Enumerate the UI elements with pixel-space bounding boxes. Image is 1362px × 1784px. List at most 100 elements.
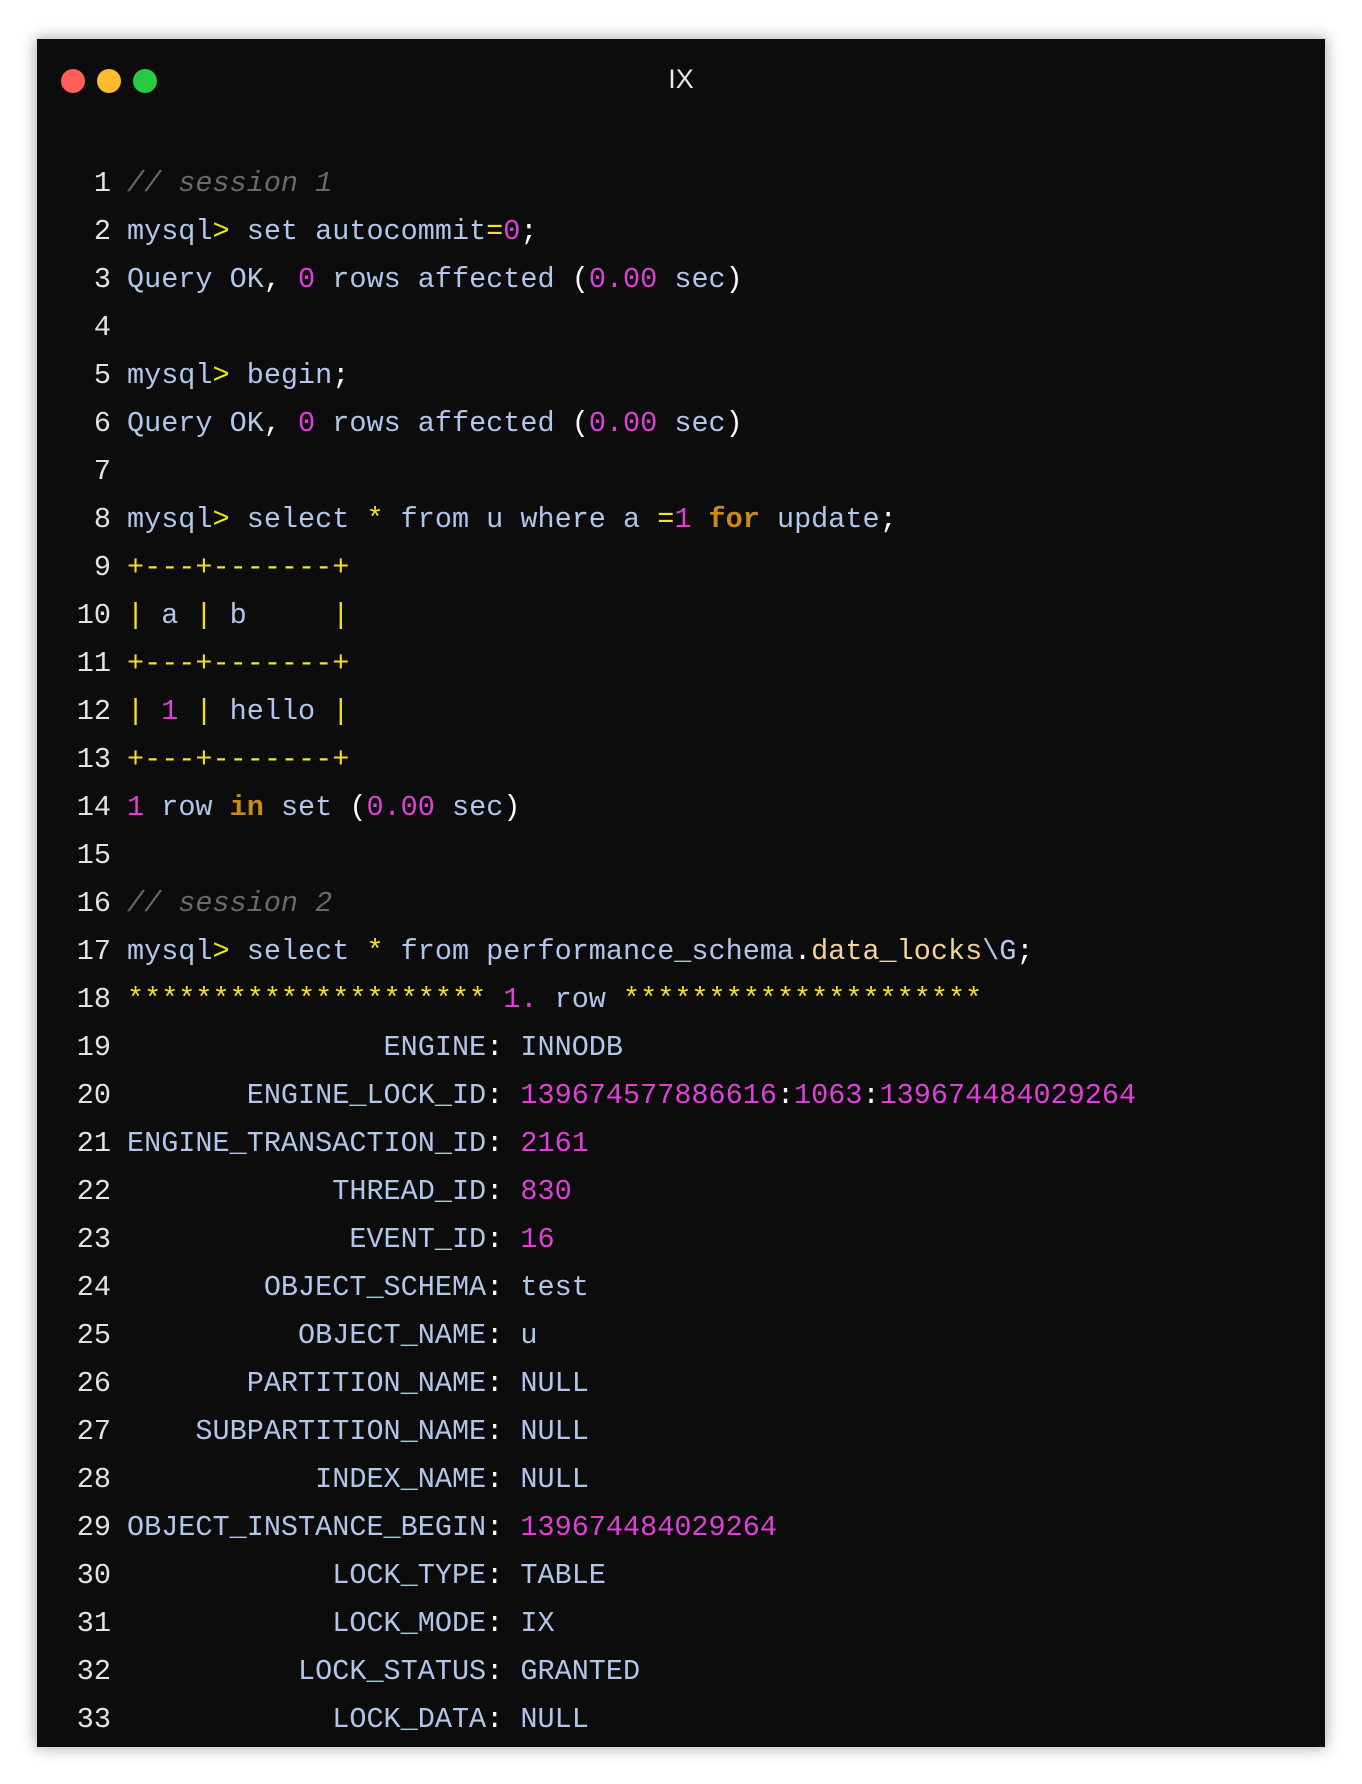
code-line: 1 // session 1 [37,160,1325,208]
code-token: NULL [503,1367,589,1400]
code-token: set [263,791,350,824]
code-token: ; [332,359,350,392]
code-token: sec [657,263,726,296]
line-content: mysql> select * from u where a =1 for up… [127,496,897,544]
line-content: +---+-------+ [127,640,349,688]
line-number: 1 [93,167,111,200]
code-token: OBJECT_INSTANCE_BEGIN [127,1511,487,1544]
code-token: hello [212,695,333,728]
code-token: LOCK_DATA [127,1703,487,1736]
code-token: > [212,359,230,392]
line-number: 12 [76,695,111,728]
line-content: SUBPARTITION_NAME: NULL [127,1408,588,1456]
line-content: OBJECT_INSTANCE_BEGIN: 139674484029264 [127,1504,777,1552]
code-token: NULL [503,1463,589,1496]
code-token: , [263,407,299,440]
line-number: 32 [76,1655,111,1688]
line-number: 24 [76,1271,111,1304]
code-line: 2 mysql> set autocommit=0; [37,208,1325,256]
code-token: 139674484029264 [879,1079,1137,1112]
line-content: EVENT_ID: 16 [127,1216,555,1264]
code-line: 10 | a | b | [37,592,1325,640]
code-token: ( [571,407,589,440]
line-content: | 1 | hello | [127,688,349,736]
line-number: 3 [93,263,111,296]
code-token: | [332,599,350,632]
line-number: 15 [76,839,111,872]
code-token: ; [879,503,897,536]
line-number: 8 [93,503,111,536]
window-title: IX [668,64,694,94]
code-token: +---+-------+ [127,551,350,584]
line-number: 11 [76,647,111,680]
code-token: begin [229,359,333,392]
code-token: mysql [127,935,213,968]
code-token: \G [982,935,1017,968]
code-token: mysql [127,503,213,536]
code-token: ; [520,215,538,248]
line-content: mysql> set autocommit=0; [127,208,538,256]
code-token: 2161 [520,1127,589,1160]
line-number: 9 [93,551,111,584]
code-line: 23 EVENT_ID: 16 [37,1216,1325,1264]
line-content: LOCK_DATA: NULL [127,1696,589,1744]
line-content: OBJECT_NAME: u [127,1312,538,1360]
code-token: * [366,935,384,968]
code-token: NULL [503,1703,589,1736]
code-token: INDEX_NAME [127,1463,487,1496]
code-token: a [144,599,196,632]
code-line: 22 THREAD_ID: 830 [37,1168,1325,1216]
line-number: 30 [76,1559,111,1592]
code-token: : [486,1079,504,1112]
code-token: : [486,1415,504,1448]
code-token: ( [349,791,367,824]
code-line: 9 +---+-------+ [37,544,1325,592]
code-token: 0.00 [366,791,435,824]
code-token: 16 [520,1223,555,1256]
line-number: 20 [76,1079,111,1112]
code-line: 20 ENGINE_LOCK_ID: 139674577886616:1063:… [37,1072,1325,1120]
code-token: | [332,695,350,728]
code-token: ENGINE_LOCK_ID [127,1079,487,1112]
line-number: 4 [93,311,111,344]
code-token: ; [1016,935,1034,968]
code-token: u [503,1319,538,1352]
code-token: ENGINE [127,1031,487,1064]
code-token: in [229,791,264,824]
code-token: row [144,791,230,824]
code-line: 24 OBJECT_SCHEMA: test [37,1264,1325,1312]
code-token: OBJECT_NAME [127,1319,487,1352]
code-line: 5 mysql> begin; [37,352,1325,400]
code-line: 19 ENGINE: INNODB [37,1024,1325,1072]
code-token: : [862,1079,880,1112]
line-content: // session 1 [127,160,332,208]
line-content: | a | b | [127,592,349,640]
code-token: sec [657,407,726,440]
line-number: 29 [76,1511,111,1544]
code-token: row [537,983,624,1016]
line-number: 13 [76,743,111,776]
code-token: TABLE [503,1559,606,1592]
code-line: 12 | 1 | hello | [37,688,1325,736]
code-line: 31 LOCK_MODE: IX [37,1600,1325,1648]
code-line: 29 OBJECT_INSTANCE_BEGIN: 139674484029264 [37,1504,1325,1552]
code-token: | [195,599,213,632]
code-token: * [366,503,384,536]
code-token: . [794,935,812,968]
code-token: 1 [127,791,145,824]
line-number: 21 [76,1127,111,1160]
code-line: 18 ********************* 1. row *********… [37,976,1325,1024]
line-content: LOCK_STATUS: GRANTED [127,1648,640,1696]
terminal-window: IX 1 // session 1 2 mysql> set autocommit=0… [36,38,1326,1748]
code-token: mysql [127,215,213,248]
code-line: 6 Query OK, 0 rows affected (0.00 sec) [37,400,1325,448]
code-token: THREAD_ID [127,1175,487,1208]
code-token: ENGINE_TRANSACTION_ID [127,1127,487,1160]
code-token: : [486,1271,504,1304]
line-number: 10 [76,599,111,632]
code-token: > [212,935,230,968]
line-number: 23 [76,1223,111,1256]
code-line: 21 ENGINE_TRANSACTION_ID: 2161 [37,1120,1325,1168]
